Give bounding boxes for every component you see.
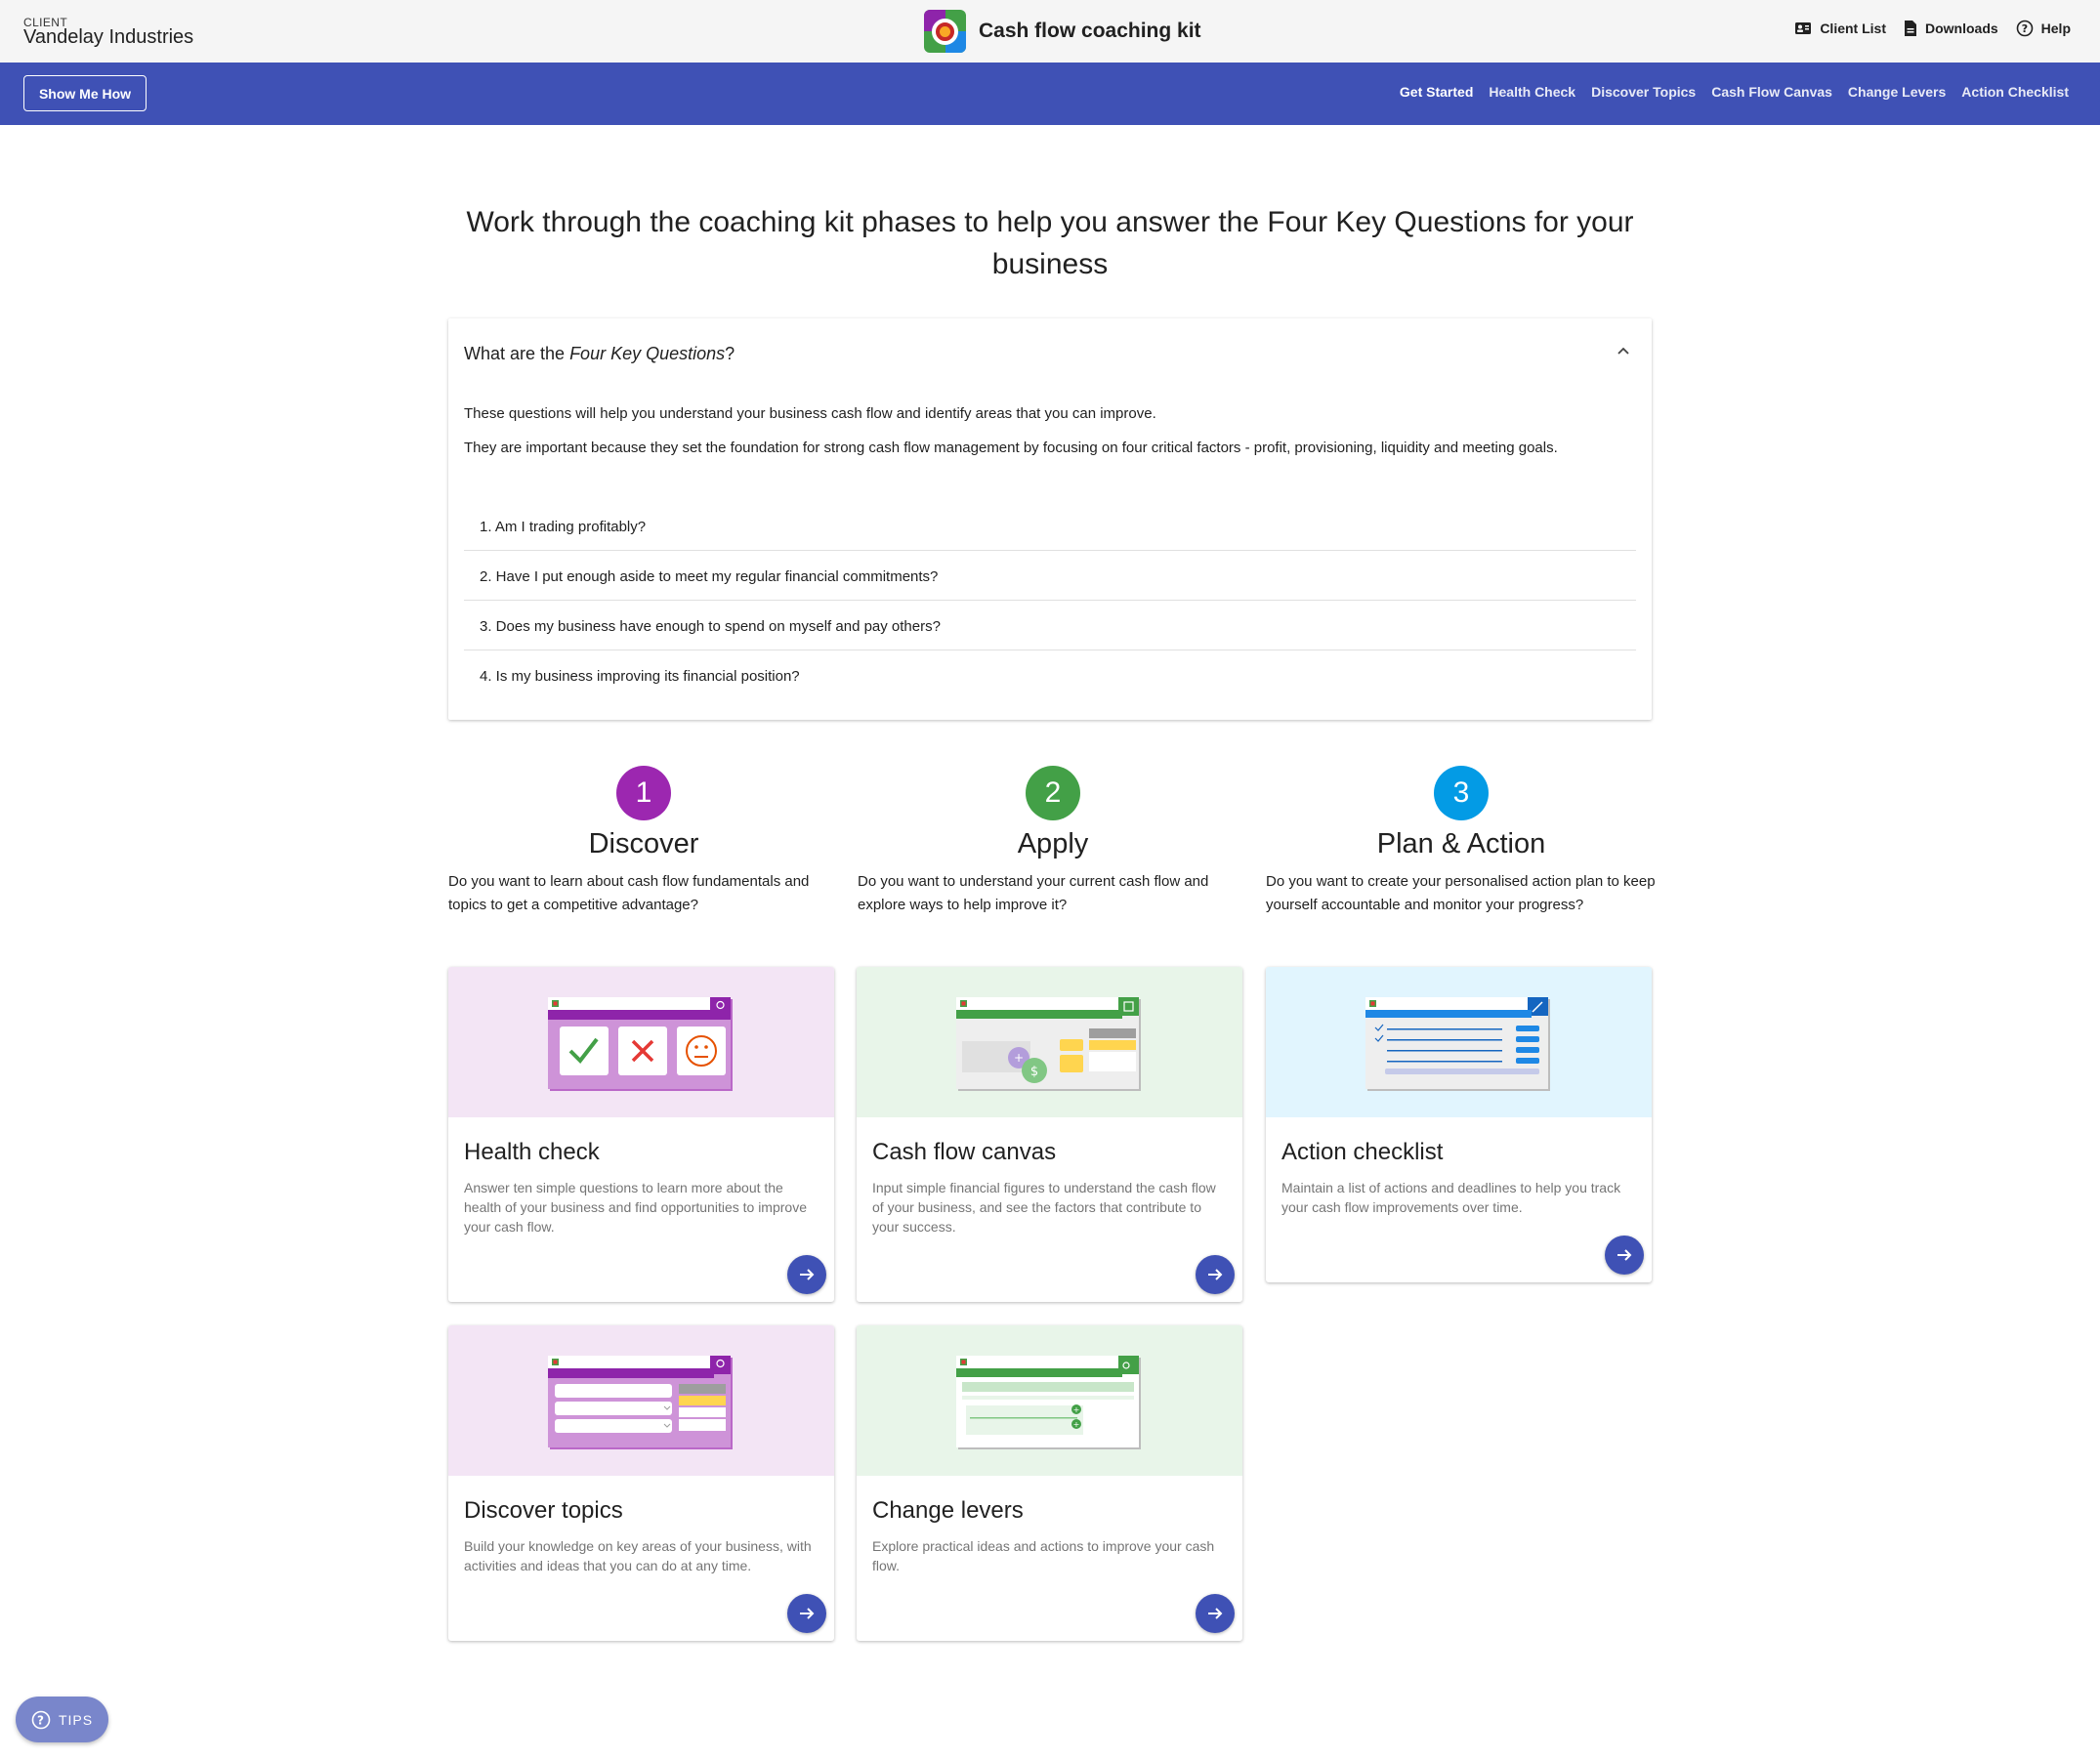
card-title: Action checklist xyxy=(1281,1139,1444,1165)
nav-link-change-levers[interactable]: Change Levers xyxy=(1848,84,1946,100)
list-item: 3. Does my business have enough to spend… xyxy=(464,601,1636,650)
arrow-right-button[interactable] xyxy=(1196,1594,1235,1633)
client-list-label: Client List xyxy=(1820,21,1886,36)
help-button[interactable]: ? Help xyxy=(2016,20,2071,37)
list-item: 4. Is my business improving its financia… xyxy=(480,668,800,685)
tips-label: TIPS xyxy=(58,1711,94,1728)
action-checklist-card[interactable]: Action checklist Maintain a list of acti… xyxy=(1266,967,1652,1282)
svg-text:?: ? xyxy=(37,1713,45,1727)
page-heading: Work through the coaching kit phases to … xyxy=(466,206,1634,280)
phase-apply: 2 Apply Do you want to understand your c… xyxy=(858,766,1248,917)
phase-description: Do you want to understand your current c… xyxy=(858,873,1209,913)
discover-topics-illustration xyxy=(448,1325,834,1476)
svg-text:+: + xyxy=(1073,1405,1080,1414)
card-title: Discover topics xyxy=(464,1497,623,1524)
list-item: 1. Am I trading profitably? xyxy=(464,501,1636,551)
accordion-title-emphasis: Four Key Questions xyxy=(569,344,726,363)
phase-plan-action: 3 Plan & Action Do you want to create yo… xyxy=(1266,766,1657,917)
cash-flow-canvas-card[interactable]: + $ Cash flow canvas Input simple financ… xyxy=(857,967,1242,1302)
arrow-right-button[interactable] xyxy=(787,1255,826,1294)
card-title: Change levers xyxy=(872,1497,1024,1524)
discover-topics-card[interactable]: Discover topics Build your knowledge on … xyxy=(448,1325,834,1641)
phase-number: 2 xyxy=(1026,766,1080,820)
accordion-importance: They are important because they set the … xyxy=(464,440,1558,456)
svg-text:+: + xyxy=(1073,1420,1080,1429)
health-check-card[interactable]: Health check Answer ten simple questions… xyxy=(448,967,834,1302)
app-logo-icon xyxy=(924,10,966,53)
list-item: 2. Have I put enough aside to meet my re… xyxy=(464,551,1636,601)
accordion-title-prefix: What are the xyxy=(464,344,570,363)
tips-button[interactable]: ? TIPS xyxy=(16,1697,108,1742)
arrow-right-button[interactable] xyxy=(1196,1255,1235,1294)
accordion-header[interactable]: What are the Four Key Questions? xyxy=(464,344,735,364)
app-title: Cash flow coaching kit xyxy=(979,20,1201,42)
arrow-right-icon xyxy=(1617,1249,1632,1261)
nav-link-cash-flow-canvas[interactable]: Cash Flow Canvas xyxy=(1711,84,1832,100)
phase-description: Do you want to learn about cash flow fun… xyxy=(448,873,810,913)
accordion-title-suffix: ? xyxy=(725,344,735,363)
svg-text:?: ? xyxy=(2021,22,2027,35)
client-name: Vandelay Industries xyxy=(23,26,194,48)
phase-title: Plan & Action xyxy=(1376,828,1546,859)
help-circle-icon: ? xyxy=(31,1710,51,1729)
card-description: Maintain a list of actions and deadlines… xyxy=(1281,1180,1621,1215)
arrow-right-icon xyxy=(800,1269,815,1280)
accordion-intro: These questions will help you understand… xyxy=(464,405,1156,422)
nav-bar: Show Me How Get Started Health Check Dis… xyxy=(0,63,2100,125)
nav-link-discover-topics[interactable]: Discover Topics xyxy=(1591,84,1696,100)
arrow-right-icon xyxy=(800,1608,815,1619)
card-description: Build your knowledge on key areas of you… xyxy=(464,1538,812,1573)
show-me-how-button[interactable]: Show Me How xyxy=(23,75,147,111)
app-title-group: Cash flow coaching kit xyxy=(924,9,1201,54)
phase-description: Do you want to create your personalised … xyxy=(1266,873,1656,913)
phase-discover: 1 Discover Do you want to learn about ca… xyxy=(448,766,839,917)
card-title: Cash flow canvas xyxy=(872,1139,1057,1165)
change-levers-card[interactable]: + + Change levers Explore practical idea… xyxy=(857,1325,1242,1641)
chevron-up-icon[interactable] xyxy=(1617,346,1630,356)
phase-title: Apply xyxy=(1017,828,1089,859)
nav-links: Get Started Health Check Discover Topics… xyxy=(1400,84,2069,100)
contacts-icon xyxy=(1795,22,1812,34)
arrow-right-button[interactable] xyxy=(1605,1236,1644,1275)
card-description: Input simple financial figures to unders… xyxy=(872,1180,1216,1235)
top-bar: CLIENT Vandelay Industries Cash flow coa… xyxy=(0,0,2100,63)
phase-number: 3 xyxy=(1434,766,1489,820)
document-icon xyxy=(1904,21,1916,36)
cash-flow-canvas-illustration: + $ xyxy=(857,967,1242,1117)
client-list-button[interactable]: Client List xyxy=(1794,21,1886,36)
questions-list: 1. Am I trading profitably? 2. Have I pu… xyxy=(464,501,1636,700)
nav-link-action-checklist[interactable]: Action Checklist xyxy=(1961,84,2069,100)
svg-text:$: $ xyxy=(1030,1065,1038,1079)
downloads-label: Downloads xyxy=(1924,21,1998,36)
arrow-right-button[interactable] xyxy=(787,1594,826,1633)
downloads-button[interactable]: Downloads xyxy=(1904,20,1998,37)
help-circle-icon: ? xyxy=(2016,20,2033,37)
phase-number: 1 xyxy=(616,766,671,820)
card-description: Explore practical ideas and actions to i… xyxy=(872,1538,1215,1573)
nav-link-get-started[interactable]: Get Started xyxy=(1400,84,1473,100)
card-description: Answer ten simple questions to learn mor… xyxy=(464,1180,807,1235)
nav-link-health-check[interactable]: Health Check xyxy=(1489,84,1575,100)
card-title: Health check xyxy=(464,1139,600,1165)
health-check-illustration xyxy=(448,967,834,1117)
svg-text:+: + xyxy=(1014,1051,1024,1065)
help-label: Help xyxy=(2040,21,2071,36)
four-key-questions-panel: What are the Four Key Questions? These q… xyxy=(448,318,1652,720)
arrow-right-icon xyxy=(1208,1608,1223,1619)
change-levers-illustration: + + xyxy=(857,1325,1242,1476)
action-checklist-illustration xyxy=(1266,967,1652,1117)
arrow-right-icon xyxy=(1208,1269,1223,1280)
phase-title: Discover xyxy=(588,828,699,859)
top-actions: Client List Downloads ? Help xyxy=(1794,20,2071,37)
